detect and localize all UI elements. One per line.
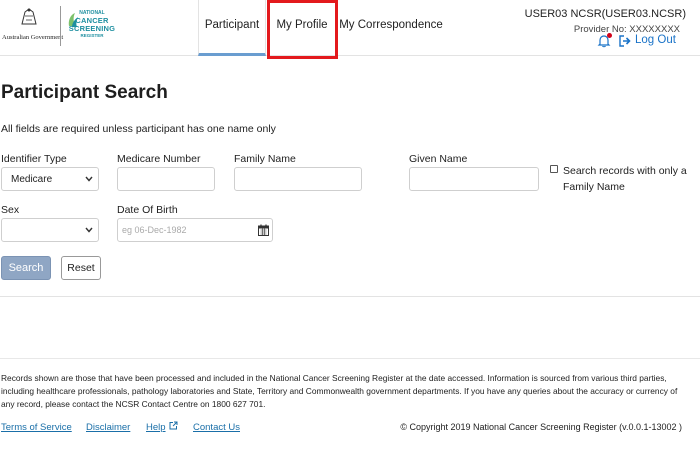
help-link[interactable]: Help (146, 422, 166, 433)
family-name-only-label[interactable]: Search records with only a Family Name (563, 163, 693, 195)
footer-divider (0, 358, 700, 359)
medicare-number-label: Medicare Number (117, 153, 201, 165)
ncsr-logo-line3: SCREENING (68, 24, 116, 33)
chevron-down-icon (85, 227, 93, 233)
sex-label: Sex (1, 204, 20, 216)
logo-divider (60, 6, 61, 46)
ncsr-logo[interactable]: NATIONAL CANCER SCREENING REGISTER (66, 10, 118, 42)
family-name-only-checkbox[interactable] (550, 165, 558, 173)
family-name-input[interactable] (234, 167, 362, 191)
reset-button[interactable]: Reset (61, 256, 101, 280)
my-profile-highlight-box (267, 0, 338, 59)
search-button[interactable]: Search (1, 256, 51, 280)
notification-badge (607, 33, 612, 38)
section-divider (0, 296, 700, 297)
australian-government-logo[interactable]: Australian Government (2, 6, 63, 46)
sign-out-icon[interactable] (619, 35, 632, 47)
calendar-icon[interactable] (258, 224, 269, 236)
terms-of-service-link[interactable]: Terms of Service (1, 422, 72, 433)
contact-us-link[interactable]: Contact Us (193, 422, 240, 433)
logout-link[interactable]: Log Out (635, 34, 676, 46)
identifier-type-value: Medicare (11, 174, 53, 185)
gov-logo-text: Australian Government (2, 34, 64, 41)
footer-disclaimer-text: Records shown are those that have been p… (1, 373, 678, 409)
date-of-birth-placeholder: eg 06-Dec-1982 (122, 225, 187, 235)
given-name-input[interactable] (409, 167, 539, 191)
identifier-type-select[interactable]: Medicare (1, 167, 99, 191)
user-name: USER03 NCSR(USER03.NCSR) (524, 8, 686, 20)
sex-select[interactable] (1, 218, 99, 242)
identifier-type-label: Identifier Type (1, 153, 67, 165)
nav-tab-my-correspondence[interactable]: My Correspondence (338, 0, 444, 56)
given-name-label: Given Name (409, 153, 468, 165)
requirement-note: All fields are required unless participa… (1, 123, 276, 135)
disclaimer-link[interactable]: Disclaimer (86, 422, 130, 433)
nav-tab-participant[interactable]: Participant (198, 0, 266, 56)
external-link-icon (169, 421, 178, 430)
family-name-label: Family Name (234, 153, 296, 165)
copyright-text: © Copyright 2019 National Cancer Screeni… (400, 422, 682, 432)
page-title: Participant Search (1, 82, 168, 103)
chevron-down-icon (85, 176, 93, 182)
app-header: Australian Government NATIONAL CANCER SC… (0, 0, 700, 56)
medicare-number-input[interactable] (117, 167, 215, 191)
coat-of-arms-icon (21, 8, 37, 25)
ncsr-logo-line4: REGISTER (80, 33, 104, 38)
date-of-birth-input[interactable]: eg 06-Dec-1982 (117, 218, 273, 242)
date-of-birth-label: Date Of Birth (117, 204, 178, 216)
